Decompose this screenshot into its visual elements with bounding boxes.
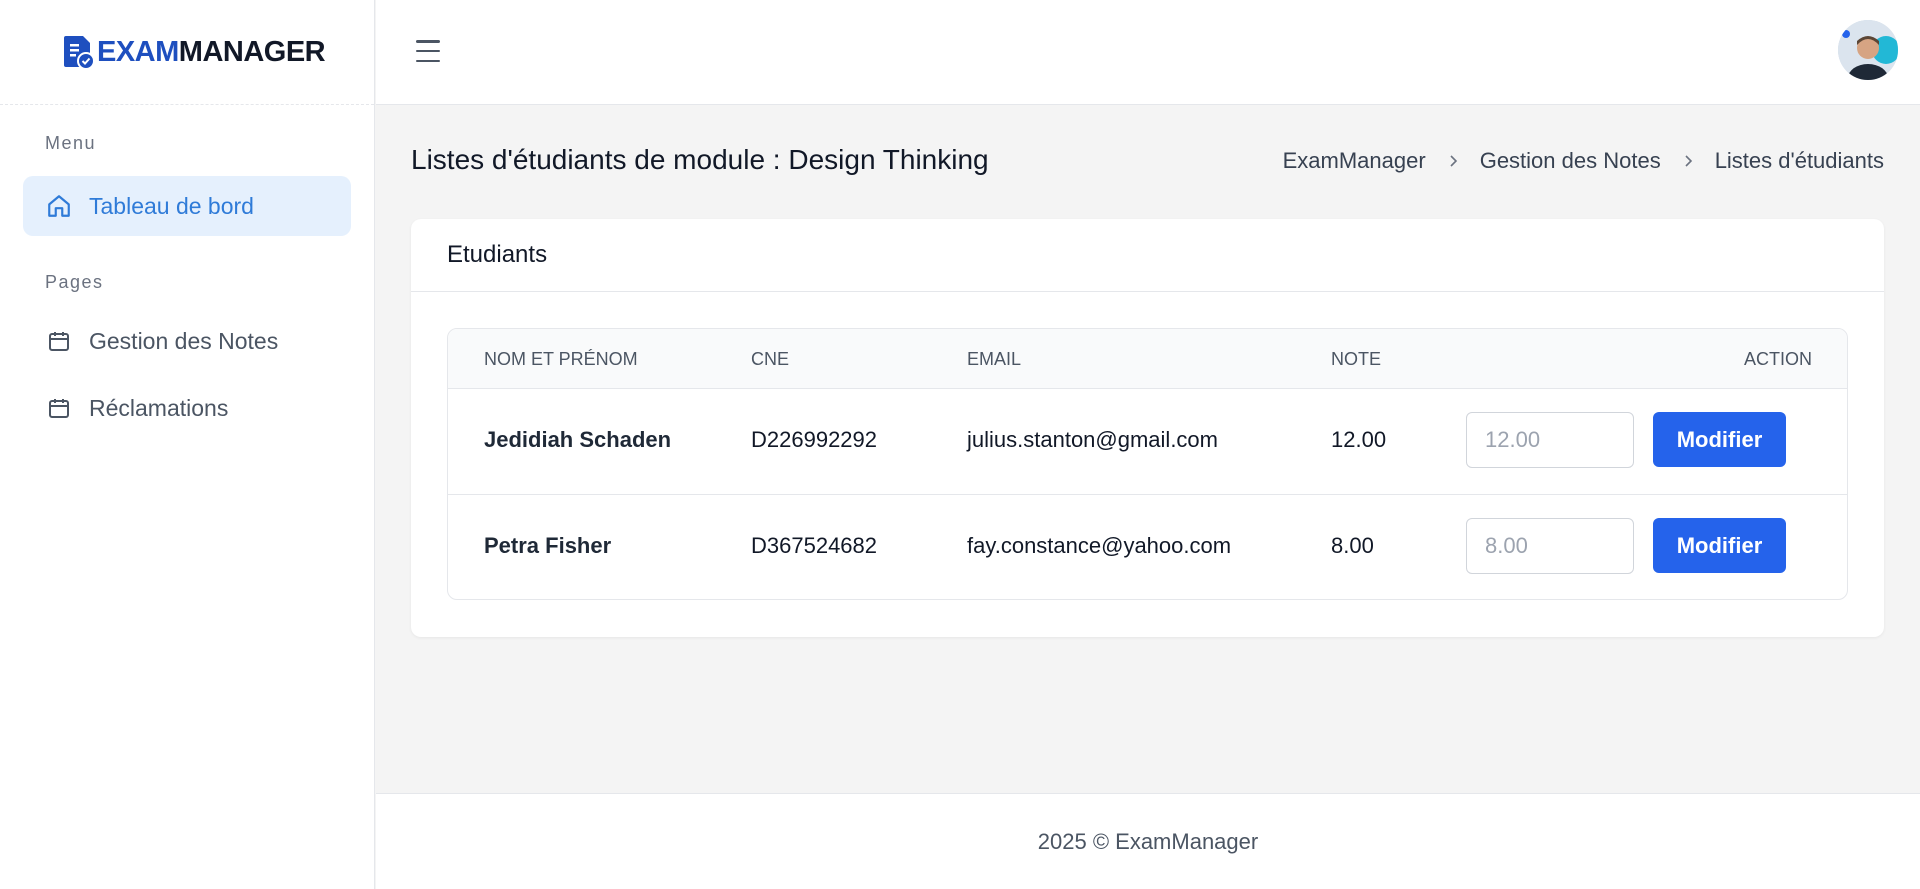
student-name: Petra Fisher	[484, 533, 612, 558]
table-row: Jedidiah Schaden D226992292 julius.stant…	[448, 389, 1847, 494]
footer: 2025 © ExamManager	[376, 793, 1920, 889]
student-email: fay.constance@yahoo.com	[967, 533, 1232, 558]
hamburger-icon[interactable]	[413, 36, 443, 66]
sidebar: EXAMMANAGER Menu Tableau de bord Pages G…	[0, 0, 375, 889]
student-cne: D367524682	[751, 533, 878, 558]
column-header-name: NOM ET PRÉNOM	[484, 349, 638, 369]
breadcrumb-item-current: Listes d'étudiants	[1714, 148, 1884, 173]
breadcrumb-item-gestion[interactable]: Gestion des Notes	[1480, 148, 1661, 174]
breadcrumb: ExamManager Gestion des Notes Listes d'é…	[1283, 148, 1884, 174]
students-card: Etudiants NOM ET PRÉNOM CNE EMAIL NOTE A…	[411, 219, 1884, 637]
calendar-icon	[45, 327, 73, 355]
card-title: Etudiants	[411, 219, 1884, 292]
page-title: Listes d'étudiants de module : Design Th…	[411, 144, 989, 175]
student-cne: D226992292	[751, 427, 878, 452]
student-email: julius.stanton@gmail.com	[967, 427, 1218, 452]
column-header-email: EMAIL	[967, 349, 1022, 369]
user-avatar[interactable]	[1838, 20, 1898, 80]
chevron-right-icon	[1446, 154, 1460, 168]
chevron-right-icon	[1681, 154, 1695, 168]
pages-section-label: Pages	[45, 272, 104, 292]
table-header: NOM ET PRÉNOM CNE EMAIL NOTE ACTION	[448, 329, 1847, 389]
student-note: 12.00	[1331, 427, 1387, 452]
menu-section-label: Menu	[45, 133, 97, 153]
logo[interactable]: EXAMMANAGER	[0, 0, 374, 105]
calendar-icon	[45, 394, 73, 422]
sidebar-item-label: Gestion des Notes	[89, 327, 279, 354]
column-header-action: ACTION	[1743, 349, 1812, 369]
modify-button[interactable]: Modifier	[1653, 412, 1786, 467]
student-name: Jedidiah Schaden	[484, 427, 672, 452]
sidebar-item-gestion-notes[interactable]: Gestion des Notes	[23, 311, 351, 371]
students-table: NOM ET PRÉNOM CNE EMAIL NOTE ACTION Jedi…	[447, 328, 1848, 600]
column-header-note: NOTE	[1331, 349, 1382, 369]
brand-name: EXAMMANAGER	[97, 35, 326, 68]
modify-button[interactable]: Modifier	[1653, 518, 1786, 573]
note-input[interactable]	[1466, 412, 1634, 468]
student-note: 8.00	[1331, 533, 1374, 558]
note-input[interactable]	[1466, 518, 1634, 574]
topbar	[376, 0, 1920, 105]
document-check-icon	[63, 34, 95, 70]
sidebar-item-label: Réclamations	[89, 394, 229, 421]
sidebar-item-dashboard[interactable]: Tableau de bord	[23, 176, 351, 236]
breadcrumb-item-home[interactable]: ExamManager	[1283, 148, 1426, 174]
column-header-cne: CNE	[751, 349, 790, 369]
home-icon	[45, 192, 73, 220]
sidebar-item-label: Tableau de bord	[89, 192, 254, 219]
sidebar-item-reclamations[interactable]: Réclamations	[23, 378, 351, 438]
table-row: Petra Fisher D367524682 fay.constance@ya…	[448, 494, 1847, 599]
